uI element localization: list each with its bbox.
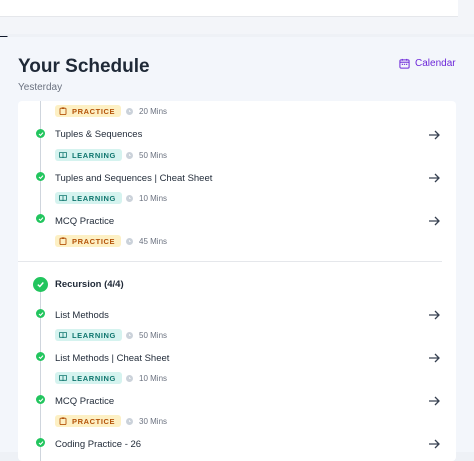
book-icon	[59, 375, 67, 382]
duration: 10 Mins	[126, 194, 167, 203]
item-title: Tuples and Sequences | Cheat Sheet	[55, 173, 213, 184]
item-title: MCQ Practice	[55, 396, 115, 407]
arrow-right-icon[interactable]	[427, 394, 441, 408]
section-divider	[18, 261, 442, 262]
item-title: List Methods | Cheat Sheet	[55, 353, 170, 364]
calendar-label: Calendar	[415, 58, 456, 69]
page-title: Your Schedule	[18, 56, 150, 77]
arrow-right-icon[interactable]	[427, 128, 441, 142]
top-card	[0, 0, 458, 17]
completed-check-icon	[36, 309, 45, 318]
clock-icon	[126, 418, 133, 425]
clipboard-icon	[59, 237, 67, 245]
clock-icon	[126, 108, 133, 115]
completed-check-icon	[36, 129, 45, 138]
clock-icon	[126, 195, 133, 202]
duration: 50 Mins	[126, 151, 167, 160]
duration: 10 Mins	[126, 374, 167, 383]
clipboard-icon	[59, 107, 67, 115]
learning-badge: LEARNING	[55, 329, 122, 341]
book-icon	[59, 332, 67, 339]
section-complete-check-icon	[33, 277, 48, 292]
learning-badge: LEARNING	[55, 192, 122, 204]
calendar-button[interactable]: Calendar	[399, 58, 456, 69]
duration: 50 Mins	[126, 331, 167, 340]
item-title: Coding Practice - 26	[55, 439, 142, 450]
arrow-right-icon[interactable]	[427, 351, 441, 365]
practice-badge: PRACTICE	[55, 105, 122, 117]
clock-icon	[126, 152, 133, 159]
completed-check-icon	[36, 395, 45, 404]
item-title: Tuples & Sequences	[55, 129, 143, 140]
arrow-right-icon[interactable]	[427, 171, 441, 185]
book-icon	[59, 152, 67, 159]
clipboard-icon	[59, 417, 67, 425]
completed-check-icon	[36, 214, 45, 223]
duration: 20 Mins	[126, 107, 167, 116]
learning-badge: LEARNING	[55, 372, 122, 384]
section-title[interactable]: Recursion (4/4)	[55, 279, 124, 290]
arrow-right-icon[interactable]	[427, 308, 441, 322]
duration: 45 Mins	[126, 237, 167, 246]
calendar-icon	[399, 58, 410, 69]
completed-check-icon	[36, 352, 45, 361]
learning-badge: LEARNING	[55, 149, 122, 161]
duration: 30 Mins	[126, 417, 167, 426]
completed-check-icon	[36, 172, 45, 181]
arrow-right-icon[interactable]	[427, 437, 441, 451]
practice-badge: PRACTICE	[55, 415, 122, 427]
schedule-list: PRACTICE 20 Mins Tuples & Sequences LEAR…	[18, 101, 456, 461]
clock-icon	[126, 238, 133, 245]
clock-icon	[126, 375, 133, 382]
completed-check-icon	[36, 438, 45, 447]
item-title: List Methods	[55, 310, 109, 321]
day-label: Yesterday	[18, 82, 63, 93]
item-title: MCQ Practice	[55, 216, 115, 227]
clock-icon	[126, 332, 133, 339]
book-icon	[59, 195, 67, 202]
arrow-right-icon[interactable]	[427, 214, 441, 228]
practice-badge: PRACTICE	[55, 235, 122, 247]
timeline-line	[40, 101, 41, 223]
